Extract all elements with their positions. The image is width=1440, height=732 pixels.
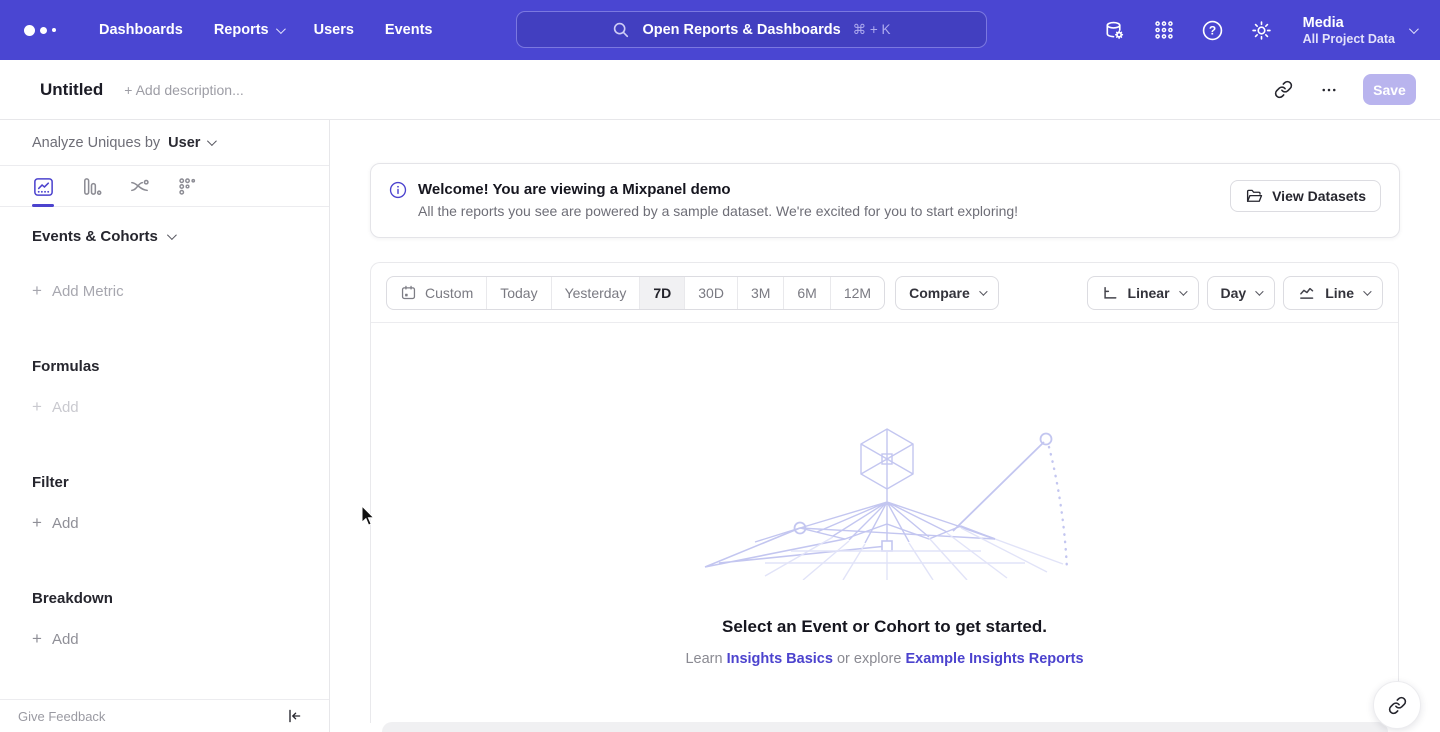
empty-state-illustration: [695, 420, 1075, 580]
chart-controls: Custom Today Yesterday 7D 30D 3M 6M 12M …: [371, 263, 1398, 323]
chevron-down-icon: [167, 230, 177, 240]
tab-funnels[interactable]: [80, 166, 103, 206]
plus-icon: +: [32, 397, 42, 417]
example-insights-reports-link[interactable]: Example Insights Reports: [905, 651, 1083, 667]
add-metric-button[interactable]: + Add Metric: [32, 281, 329, 301]
range-30d[interactable]: 30D: [684, 277, 737, 309]
analyze-prefix-label: Analyze Uniques by: [32, 135, 160, 151]
give-feedback-link[interactable]: Give Feedback: [18, 709, 105, 724]
global-search-input[interactable]: Open Reports & Dashboards ⌘ + K: [516, 11, 987, 48]
range-custom[interactable]: Custom: [387, 277, 486, 309]
tab-flows[interactable]: [128, 166, 151, 206]
nav-dashboards[interactable]: Dashboards: [99, 22, 183, 38]
banner-subtitle: All the reports you see are powered by a…: [418, 203, 1018, 219]
chevron-down-icon: [979, 287, 987, 295]
mixpanel-logo[interactable]: [24, 25, 68, 36]
chevron-down-icon: [1255, 287, 1263, 295]
chevron-down-icon: [207, 136, 217, 146]
settings-gear-icon[interactable]: [1250, 18, 1274, 42]
search-shortcut: ⌘ + K: [853, 22, 891, 38]
add-formula-button[interactable]: + Add: [32, 397, 329, 417]
calendar-icon: [400, 284, 417, 301]
nav-events[interactable]: Events: [385, 22, 433, 38]
folder-icon: [1245, 187, 1263, 205]
plus-icon: +: [32, 629, 42, 649]
project-name: Media: [1303, 14, 1395, 32]
chevron-down-icon: [276, 24, 286, 34]
insights-line-chart-icon: [32, 175, 55, 198]
insights-basics-link[interactable]: Insights Basics: [727, 651, 833, 667]
add-filter-button[interactable]: + Add: [32, 513, 329, 533]
linear-axis-icon: [1101, 284, 1119, 302]
range-3m[interactable]: 3M: [737, 277, 783, 309]
apps-grid-icon[interactable]: [1152, 18, 1176, 42]
insights-chart-card: Custom Today Yesterday 7D 30D 3M 6M 12M …: [370, 262, 1399, 723]
funnels-bars-icon: [80, 175, 103, 198]
query-sidebar: Analyze Uniques by User: [0, 120, 330, 732]
breakdown-heading: Breakdown: [32, 590, 329, 607]
range-12m[interactable]: 12M: [830, 277, 884, 309]
chevron-down-icon: [1409, 24, 1419, 34]
report-header: Untitled + Add description... Save: [0, 60, 1440, 120]
compare-dropdown[interactable]: Compare: [895, 276, 999, 310]
main-content: Welcome! You are viewing a Mixpanel demo…: [330, 120, 1440, 732]
report-title[interactable]: Untitled: [40, 80, 103, 100]
report-type-tabs: [0, 166, 329, 207]
top-nav: Dashboards Reports Users Events Open Rep…: [0, 0, 1440, 60]
chevron-down-icon: [1363, 287, 1371, 295]
interval-dropdown[interactable]: Day: [1207, 276, 1276, 310]
next-section-peek: [382, 722, 1388, 732]
save-button[interactable]: Save: [1363, 74, 1416, 105]
line-chart-icon: [1297, 283, 1316, 302]
range-yesterday[interactable]: Yesterday: [551, 277, 640, 309]
empty-state-title: Select an Event or Cohort to get started…: [722, 617, 1047, 637]
chart-type-dropdown[interactable]: Line: [1283, 276, 1383, 310]
filter-heading: Filter: [32, 474, 329, 491]
chart-canvas: Select an Event or Cohort to get started…: [371, 323, 1398, 722]
retention-grid-icon: [176, 175, 199, 198]
chevron-down-icon: [1179, 287, 1187, 295]
data-management-icon[interactable]: [1103, 18, 1127, 42]
range-7d[interactable]: 7D: [639, 277, 684, 309]
range-today[interactable]: Today: [486, 277, 550, 309]
welcome-banner: Welcome! You are viewing a Mixpanel demo…: [370, 163, 1400, 238]
nav-users[interactable]: Users: [314, 22, 354, 38]
plus-icon: +: [32, 513, 42, 533]
project-scope: All Project Data: [1303, 32, 1395, 47]
add-breakdown-button[interactable]: + Add: [32, 629, 329, 649]
project-switcher[interactable]: Media All Project Data: [1303, 14, 1416, 47]
tab-retention[interactable]: [176, 166, 199, 206]
empty-state-hint: Learn Insights Basics or explore Example…: [685, 651, 1083, 667]
analyze-by-dropdown[interactable]: User: [168, 135, 214, 151]
help-icon[interactable]: ?: [1201, 18, 1225, 42]
range-6m[interactable]: 6M: [783, 277, 829, 309]
share-link-fab[interactable]: [1373, 681, 1421, 729]
banner-title: Welcome! You are viewing a Mixpanel demo: [418, 180, 1018, 199]
add-description-field[interactable]: + Add description...: [124, 82, 243, 98]
svg-text:?: ?: [1209, 23, 1216, 37]
scale-dropdown[interactable]: Linear: [1087, 276, 1199, 310]
events-cohorts-heading[interactable]: Events & Cohorts: [32, 228, 329, 245]
copy-link-icon[interactable]: [1271, 78, 1295, 102]
search-icon: [612, 21, 630, 39]
flows-sankey-icon: [128, 175, 151, 198]
plus-icon: +: [32, 281, 42, 301]
nav-reports[interactable]: Reports: [214, 22, 283, 38]
more-options-icon[interactable]: [1317, 78, 1341, 102]
view-datasets-button[interactable]: View Datasets: [1230, 180, 1381, 212]
collapse-sidebar-icon[interactable]: [286, 708, 302, 724]
info-icon: [389, 181, 407, 199]
tab-insights[interactable]: [32, 166, 55, 206]
search-placeholder: Open Reports & Dashboards: [642, 22, 840, 38]
formulas-heading: Formulas: [32, 358, 329, 375]
date-range-segmented-control: Custom Today Yesterday 7D 30D 3M 6M 12M: [386, 276, 885, 310]
